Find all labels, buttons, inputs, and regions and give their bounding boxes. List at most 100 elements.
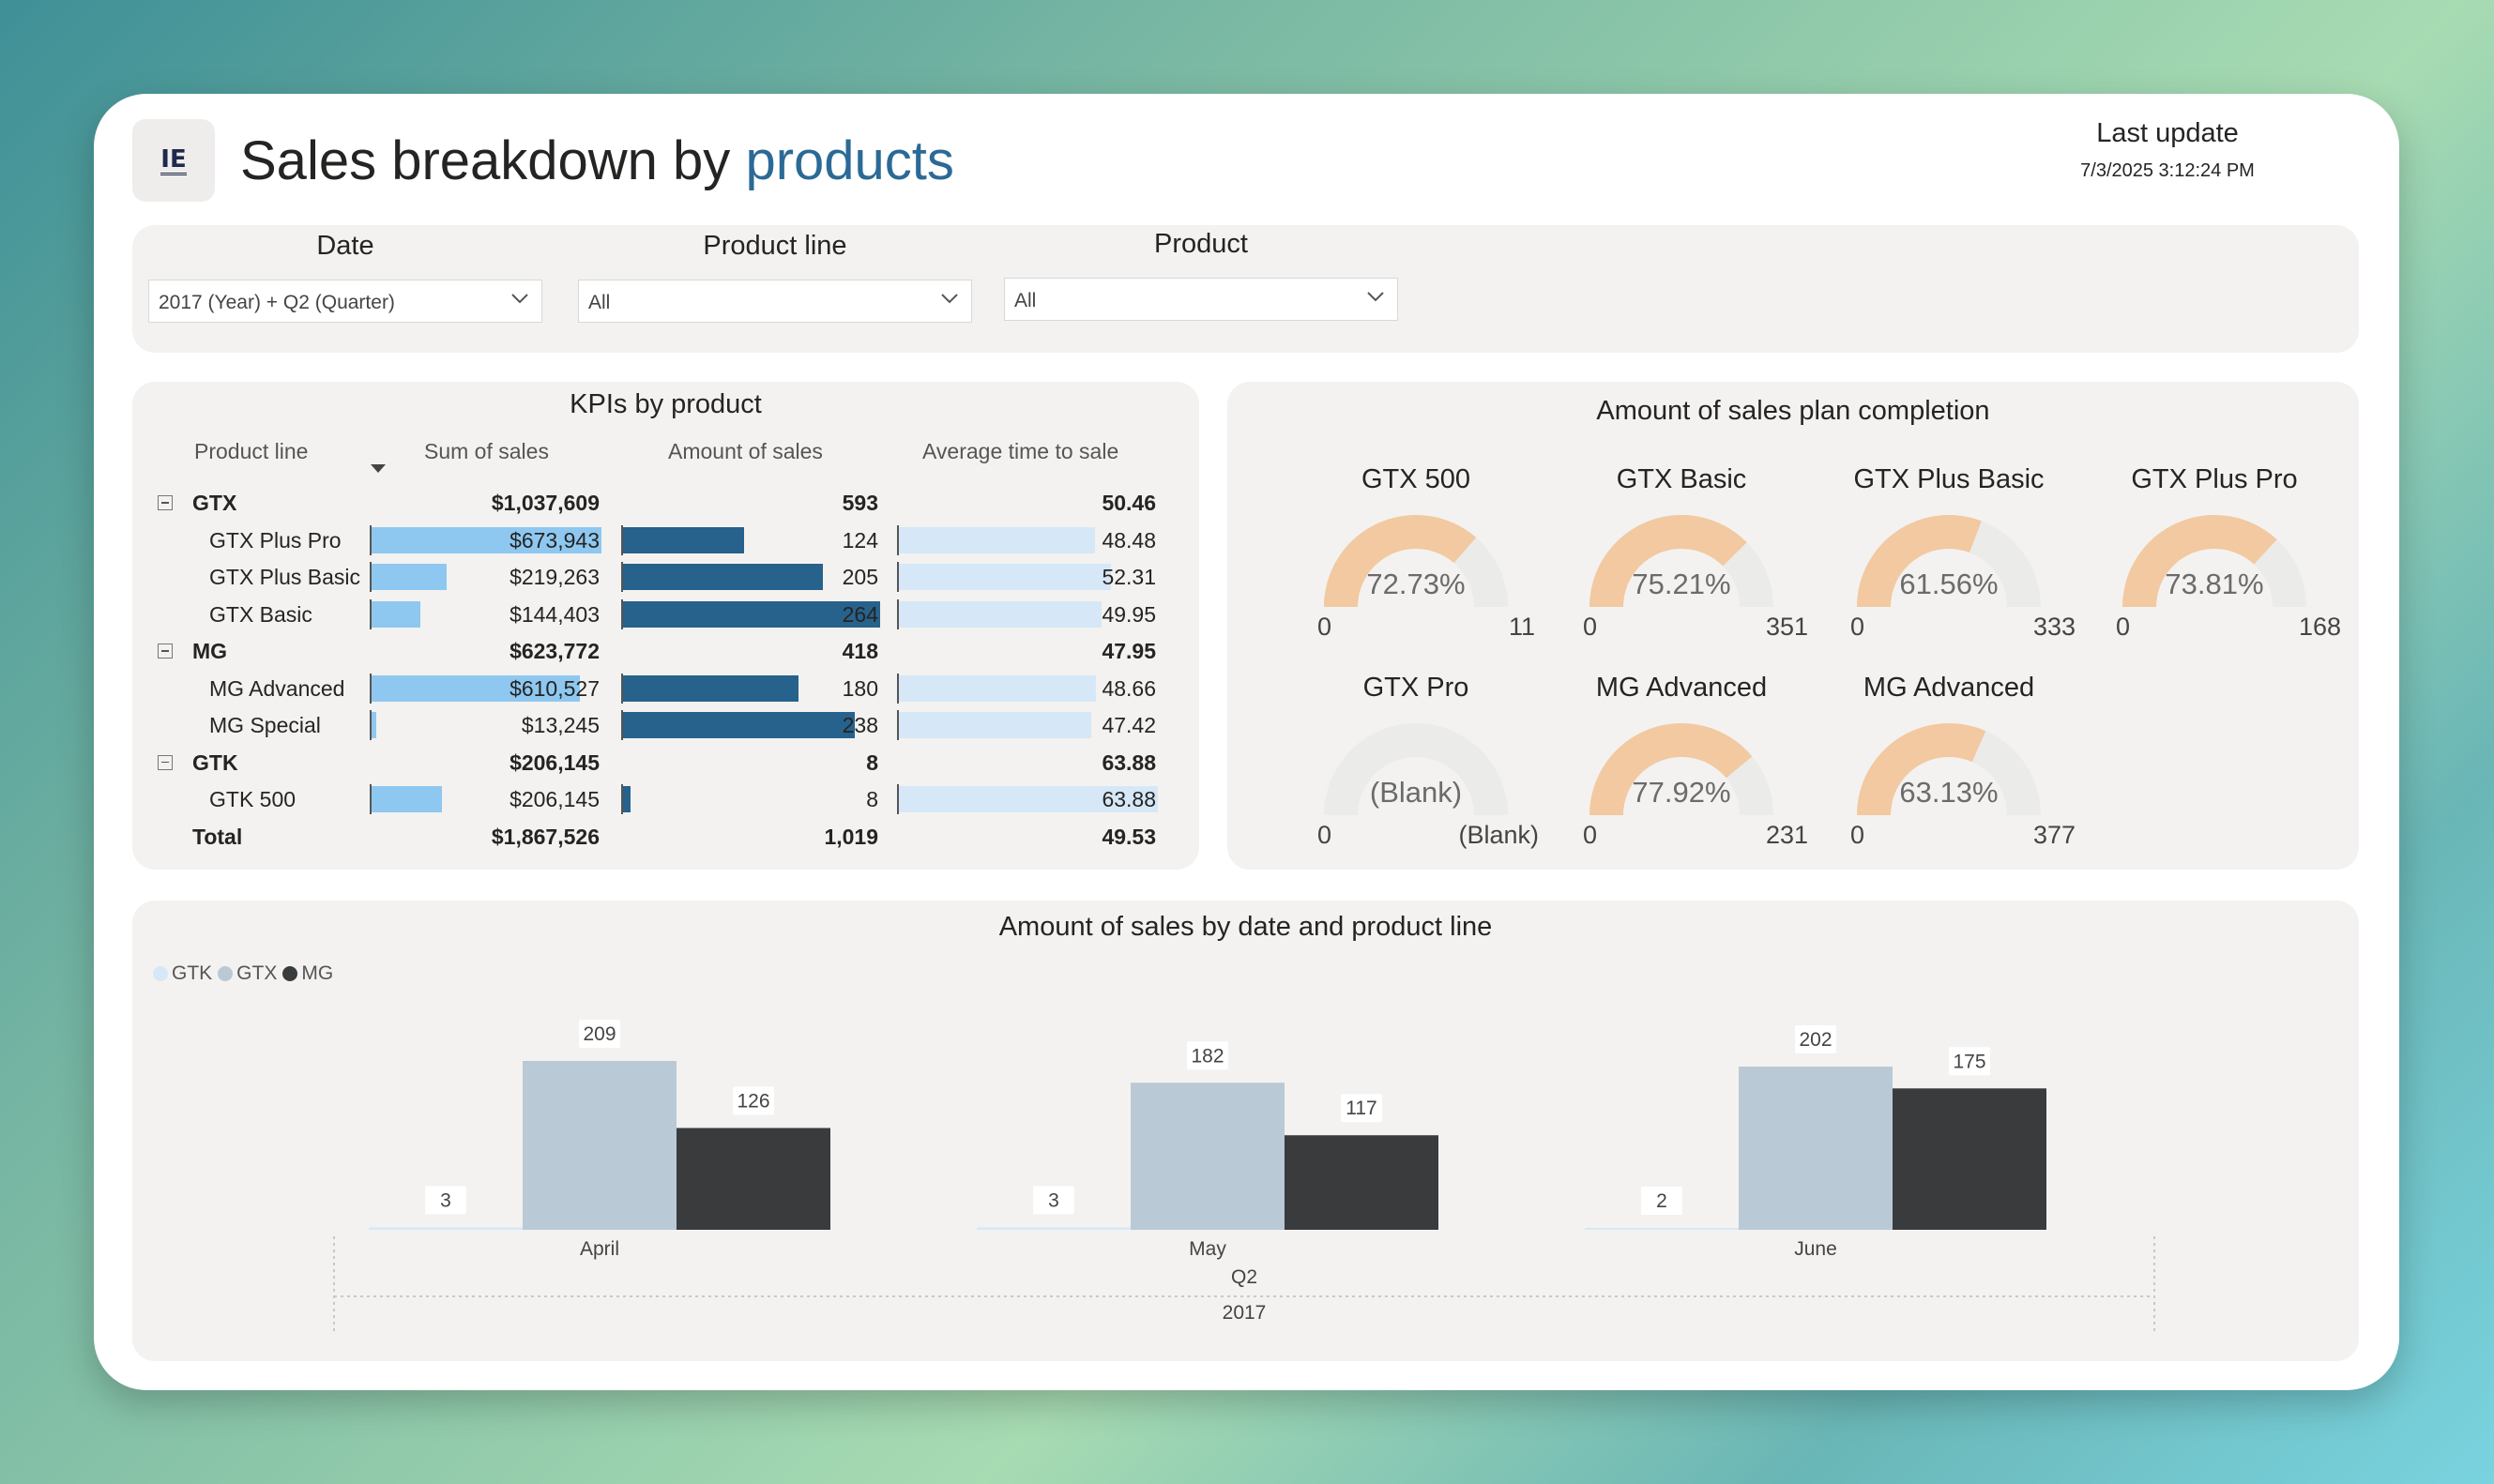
gauge-max: (Blank) [1458,821,1539,849]
average-time-to-sale-bar [899,526,1096,553]
row-label: MG [192,639,228,663]
sales-chart-panel: Amount of sales by date and product line… [132,901,2359,1361]
row-label: MG Special [209,713,321,737]
average-time-to-sale-value: 63.88 [1102,787,1156,811]
table-row[interactable]: MG Advanced $610,527 180 48.66 [132,670,1199,707]
collapse-icon[interactable] [158,644,173,659]
group-row[interactable]: GTX $1,037,609 593 50.46 [132,484,1199,522]
sum-of-sales-bar [372,600,421,628]
bar-chart: 3 209 126 April 3 182 117 May 2 202 175 June Q2 2017 [333,1020,2155,1334]
sum-of-sales-cell: $13,245 [370,710,600,740]
data-label: 175 [1953,1051,1985,1072]
gauge-mg-advanced: MG Advanced 63.13% 0 377 [1822,673,2076,888]
sum-of-sales-bar [372,712,376,738]
bar-gtk-april [369,1227,523,1230]
last-update: Last update 7/3/2025 3:12:24 PM [2045,118,2289,182]
product-line-filter-label: Product line [703,231,847,261]
amount-of-sales-cell: 124 [621,524,878,555]
total-row: Total $1,867,526 1,019 49.53 [132,818,1199,856]
average-time-to-sale-cell: 48.66 [897,673,1156,704]
amount-of-sales-cell: 8 [621,784,878,814]
x-tick-label: May [1189,1238,1226,1260]
average-time-to-sale-value: 52.31 [1102,565,1156,589]
group-row[interactable]: GTK $206,145 8 63.88 [132,744,1199,781]
amount-of-sales-bar [623,674,798,702]
quarter-label: Q2 [1231,1266,1257,1288]
sum-of-sales-bar [372,564,447,590]
sum-of-sales-value: $219,263 [509,565,600,589]
sum-of-sales-value: $1,867,526 [491,824,600,849]
amount-of-sales-cell: 264 [621,598,880,629]
average-time-to-sale-bar [899,674,1097,702]
average-time-to-sale-value: 50.46 [1102,491,1156,515]
group-row[interactable]: MG $623,772 418 47.95 [132,632,1199,670]
average-time-to-sale-bar [899,712,1091,738]
average-time-to-sale-value: 48.48 [1102,527,1156,553]
table-row[interactable]: GTX Basic $144,403 264 49.95 [132,596,1199,633]
sort-descending-icon[interactable] [371,464,386,473]
header-average-time-to-sale[interactable]: Average time to sale [922,439,1118,464]
sum-of-sales-cell: $206,145 [370,784,600,814]
amount-of-sales-value: 8 [866,787,878,811]
data-label: 202 [1799,1029,1832,1051]
table-row[interactable]: GTX Plus Basic $219,263 205 52.31 [132,558,1199,596]
table-row[interactable]: MG Special $13,245 238 47.42 [132,706,1199,744]
gauge-min: 0 [1317,613,1332,641]
sum-of-sales-value: $206,145 [509,750,600,775]
product-line-dropdown[interactable]: All [578,280,972,323]
header-product-line[interactable]: Product line [194,439,308,464]
average-time-to-sale-value: 49.95 [1102,601,1156,627]
sum-of-sales-value: $13,245 [521,713,600,737]
row-label: GTX [192,491,237,515]
chevron-down-icon [941,294,958,304]
gauge-percent: 63.13% [1899,776,1999,809]
header-sum-of-sales[interactable]: Sum of sales [424,439,549,464]
sum-of-sales-cell: $673,943 [370,524,601,555]
average-time-to-sale-cell: 63.88 [897,784,1158,814]
row-label: GTX Plus Basic [209,565,361,589]
amount-of-sales-bar [623,564,823,590]
page-title-main: Sales breakdown by [240,130,746,191]
header-amount-of-sales[interactable]: Amount of sales [668,439,823,464]
filter-bar: Date 2017 (Year) + Q2 (Quarter) Product … [132,225,2359,353]
amount-of-sales-bar [623,786,631,812]
bar-gtk-june [1585,1228,1739,1230]
gauge-min: 0 [1317,821,1332,849]
data-label: 2 [1656,1190,1667,1212]
gauge-gtx-plus-basic: GTX Plus Basic 61.56% 0 333 [1822,464,2076,680]
row-label: MG Advanced [209,675,345,701]
gauge-mg-advanced: MG Advanced 77.92% 0 231 [1555,673,1808,888]
sum-of-sales-value: $144,403 [509,601,600,627]
kpi-panel-title: KPIs by product [570,389,762,419]
gauge-max: 231 [1765,821,1808,849]
bar-mg-may [1285,1135,1438,1230]
x-tick-label: June [1794,1238,1837,1260]
page-title: Sales breakdown by products [240,129,954,192]
year-label: 2017 [1223,1302,1267,1324]
average-time-to-sale-bar [899,564,1111,590]
bar-gtx-may [1131,1083,1285,1230]
average-time-to-sale-value: 49.53 [1102,824,1156,849]
product-dropdown[interactable]: All [1004,278,1398,321]
collapse-icon[interactable] [158,495,173,510]
gauge-max: 333 [2032,613,2076,641]
average-time-to-sale-cell: 48.48 [897,524,1156,555]
table-row[interactable]: GTX Plus Pro $673,943 124 48.48 [132,522,1199,559]
table-row[interactable]: GTK 500 $206,145 8 63.88 [132,780,1199,818]
kpi-table-body: GTX $1,037,609 593 50.46 GTX Plus Pro $673,94… [132,484,1199,855]
average-time-to-sale-bar [899,600,1102,628]
gauge-percent: 72.73% [1366,568,1466,600]
date-dropdown-value: 2017 (Year) + Q2 (Quarter) [159,292,395,313]
gauge-title: MG Advanced [1595,673,1768,703]
data-label: 3 [1048,1189,1059,1211]
bar-gtx-april [523,1061,677,1230]
gauge-gtx-500: GTX 500 72.73% 0 11 [1289,464,1543,680]
collapse-icon[interactable] [158,754,173,770]
sum-of-sales-value: $1,037,609 [491,491,600,515]
amount-of-sales-value: 593 [842,491,878,515]
gauge-gtx-basic: GTX Basic 75.21% 0 351 [1555,464,1808,680]
row-label: GTX Plus Pro [209,527,342,553]
average-time-to-sale-cell: 47.42 [897,710,1156,740]
date-dropdown[interactable]: 2017 (Year) + Q2 (Quarter) [148,280,542,323]
average-time-to-sale-cell: 52.31 [897,562,1156,592]
